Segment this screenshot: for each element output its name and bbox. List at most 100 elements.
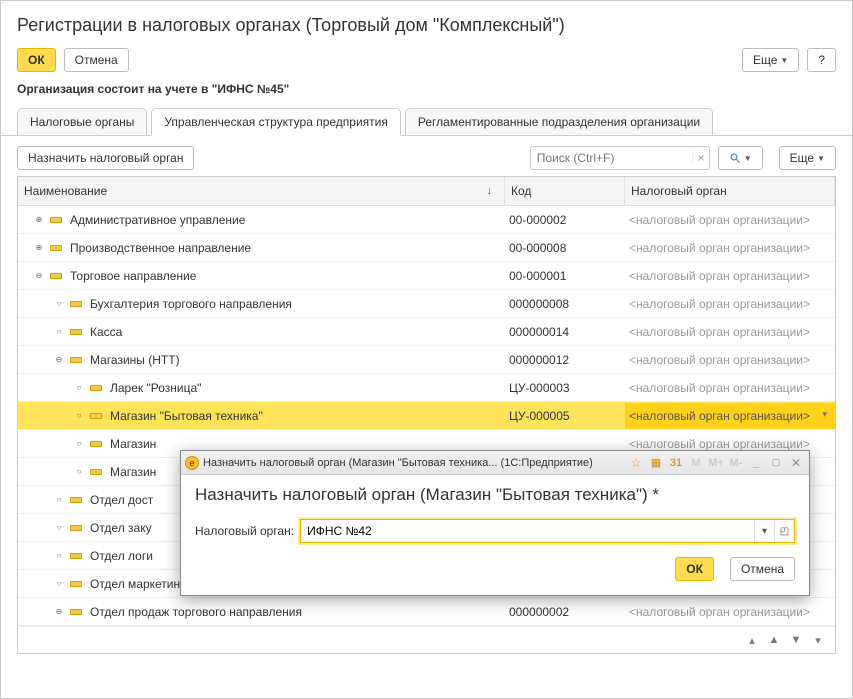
row-code: ЦУ-000003 bbox=[505, 375, 625, 401]
table-row[interactable]: ⊕Административное управление00-000002<на… bbox=[18, 206, 835, 234]
dialog-heading: Назначить налоговый орган (Магазин "Быто… bbox=[195, 485, 795, 505]
row-code: 000000008 bbox=[505, 291, 625, 317]
folder-icon bbox=[90, 469, 102, 475]
table-row[interactable]: ○Касса000000014<налоговый орган организа… bbox=[18, 318, 835, 346]
row-label: Отдел продаж торгового направления bbox=[90, 605, 302, 619]
dialog-title-text: Назначить налоговый орган (Магазин "Быто… bbox=[203, 457, 625, 469]
folder-icon bbox=[70, 525, 82, 531]
row-tax: <налоговый орган организации> bbox=[625, 263, 835, 289]
tree-expander-icon[interactable]: ○ bbox=[72, 381, 86, 395]
folder-icon bbox=[50, 217, 62, 223]
tree-expander-icon[interactable]: ○ bbox=[72, 437, 86, 451]
table-row[interactable]: ⊖Отдел продаж торгового направления00000… bbox=[18, 598, 835, 626]
dialog-titlebar[interactable]: e Назначить налоговый орган (Магазин "Бы… bbox=[181, 451, 809, 475]
search-dropdown-button[interactable]: ▼ bbox=[718, 146, 763, 170]
column-name-label: Наименование bbox=[24, 184, 107, 198]
scroll-up-icon[interactable]: ▲ bbox=[765, 631, 783, 649]
folder-icon bbox=[70, 329, 82, 335]
m-minus-icon[interactable]: M- bbox=[727, 454, 745, 472]
row-label: Касса bbox=[90, 325, 122, 339]
close-icon[interactable]: ✕ bbox=[787, 454, 805, 472]
table-row[interactable]: ⊖Магазины (НТТ)000000012<налоговый орган… bbox=[18, 346, 835, 374]
folder-icon bbox=[90, 413, 102, 419]
row-tax: <налоговый орган организации> bbox=[625, 375, 835, 401]
tax-combo-input[interactable] bbox=[301, 520, 754, 542]
tab-management-structure[interactable]: Управленческая структура предприятия bbox=[151, 108, 401, 136]
tree-expander-icon[interactable]: ⊕ bbox=[32, 241, 46, 255]
folder-icon bbox=[90, 441, 102, 447]
row-label: Отдел заку bbox=[90, 521, 152, 535]
column-code[interactable]: Код bbox=[505, 177, 625, 205]
table-row[interactable]: ⊕Производственное направление00-000008<н… bbox=[18, 234, 835, 262]
ok-button[interactable]: ОК bbox=[17, 48, 56, 72]
tree-expander-icon[interactable]: ⊖ bbox=[52, 605, 66, 619]
chevron-down-icon: ▼ bbox=[744, 154, 752, 163]
tab-more-button[interactable]: Еще ▼ bbox=[779, 146, 836, 170]
folder-icon bbox=[70, 497, 82, 503]
dialog-ok-button[interactable]: ОК bbox=[675, 557, 714, 581]
favorite-icon[interactable]: ☆ bbox=[627, 454, 645, 472]
column-tax[interactable]: Налоговый орган bbox=[625, 177, 835, 205]
row-label: Магазин bbox=[110, 437, 156, 451]
tree-expander-icon[interactable]: ⊕ bbox=[32, 213, 46, 227]
tree-expander-icon[interactable]: ○ bbox=[52, 521, 66, 535]
m-plus-icon[interactable]: M+ bbox=[707, 454, 725, 472]
table-header: Наименование ↓ Код Налоговый орган bbox=[18, 177, 835, 206]
table-row[interactable]: ○Магазин "Бытовая техника"ЦУ-000005<нало… bbox=[18, 402, 835, 430]
row-code: 00-000001 bbox=[505, 263, 625, 289]
column-name[interactable]: Наименование ↓ bbox=[18, 177, 505, 205]
tabs: Налоговые органы Управленческая структур… bbox=[1, 108, 852, 136]
row-label: Отдел логи bbox=[90, 549, 153, 563]
row-label: Ларек "Розница" bbox=[110, 381, 201, 395]
tree-expander-icon[interactable]: ○ bbox=[52, 325, 66, 339]
minimize-icon[interactable]: _ bbox=[747, 454, 765, 472]
folder-icon bbox=[70, 609, 82, 615]
tree-expander-icon[interactable]: ⊖ bbox=[52, 353, 66, 367]
table-row[interactable]: ○ Ларек "Розница" ЦУ-000003<налоговый орга… bbox=[18, 374, 835, 402]
row-tax: <налоговый орган организации> bbox=[625, 291, 835, 317]
row-code bbox=[505, 438, 625, 450]
calendar-icon[interactable]: 31 bbox=[667, 454, 685, 472]
scroll-bottom-icon[interactable]: ▾ bbox=[809, 631, 827, 649]
row-code: 00-000008 bbox=[505, 235, 625, 261]
folder-icon bbox=[50, 245, 62, 251]
app-icon: e bbox=[185, 456, 199, 470]
combo-open-icon[interactable]: ◰ bbox=[774, 520, 794, 542]
dialog-cancel-button[interactable]: Отмена bbox=[730, 557, 795, 581]
combo-dropdown-icon[interactable]: ▾ bbox=[754, 520, 774, 542]
tree-expander-icon[interactable]: ○ bbox=[72, 409, 86, 423]
maximize-icon[interactable]: ▢ bbox=[767, 454, 785, 472]
status-info: Организация состоит на учете в "ИФНС №45… bbox=[1, 82, 852, 108]
scroll-top-icon[interactable]: ▴ bbox=[743, 631, 761, 649]
dialog-body: Назначить налоговый орган (Магазин "Быто… bbox=[181, 475, 809, 595]
scroll-down-icon[interactable]: ▼ bbox=[787, 631, 805, 649]
tree-expander-icon[interactable]: ○ bbox=[72, 465, 86, 479]
row-code: 00-000002 bbox=[505, 207, 625, 233]
row-code: ЦУ-000005 bbox=[505, 403, 625, 429]
assign-tax-button[interactable]: Назначить налоговый орган bbox=[17, 146, 194, 170]
table-row[interactable]: ○Бухгалтерия торгового направления000000… bbox=[18, 290, 835, 318]
search-clear-icon[interactable]: × bbox=[692, 151, 708, 165]
more-button[interactable]: Еще ▼ bbox=[742, 48, 799, 72]
help-button[interactable]: ? bbox=[807, 48, 836, 72]
row-label: Торговое направление bbox=[70, 269, 196, 283]
table-row[interactable]: ⊖ Торговое направление 00-000001<налоговый… bbox=[18, 262, 835, 290]
tab-tax-authorities[interactable]: Налоговые органы bbox=[17, 108, 147, 136]
search-input[interactable] bbox=[531, 147, 693, 169]
tab-regulated-departments[interactable]: Регламентированные подразделения организ… bbox=[405, 108, 713, 136]
m-icon[interactable]: M bbox=[687, 454, 705, 472]
row-code: 000000014 bbox=[505, 319, 625, 345]
row-tax[interactable]: <налоговый орган организации> bbox=[625, 403, 835, 429]
tree-expander-icon[interactable]: ⊖ bbox=[32, 269, 46, 283]
calculator-icon[interactable]: ▦ bbox=[647, 454, 665, 472]
folder-icon bbox=[70, 581, 82, 587]
more-label: Еще bbox=[753, 53, 777, 67]
row-tax: <налоговый орган организации> bbox=[625, 347, 835, 373]
tree-expander-icon[interactable]: ○ bbox=[52, 549, 66, 563]
tax-field-row: Налоговый орган: ▾ ◰ bbox=[195, 519, 795, 543]
tax-combo[interactable]: ▾ ◰ bbox=[300, 519, 795, 543]
tree-expander-icon[interactable]: ○ bbox=[52, 577, 66, 591]
tree-expander-icon[interactable]: ○ bbox=[52, 493, 66, 507]
tree-expander-icon[interactable]: ○ bbox=[52, 297, 66, 311]
cancel-button[interactable]: Отмена bbox=[64, 48, 129, 72]
